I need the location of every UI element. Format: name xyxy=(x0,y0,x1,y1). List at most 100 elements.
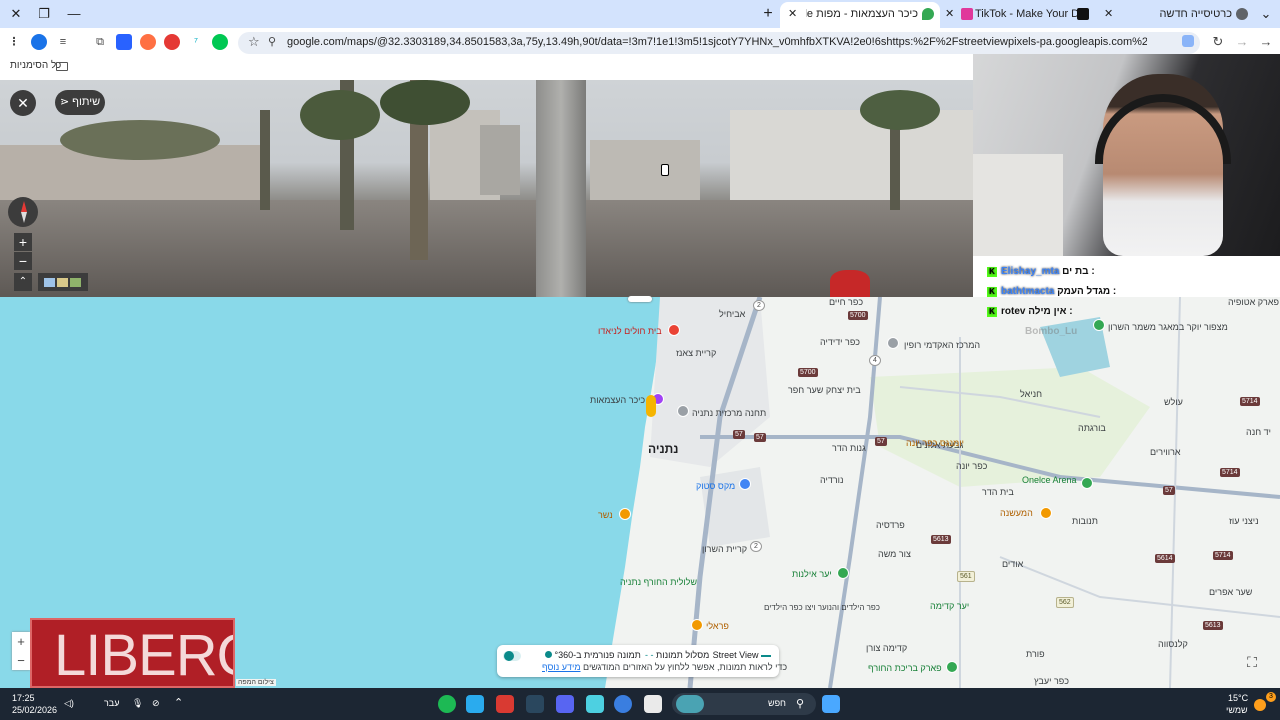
chat-text: מגדל העמק : xyxy=(1057,286,1117,297)
microphone-icon[interactable]: 🎙 xyxy=(132,698,143,709)
map-zoom-control: + − xyxy=(12,632,30,670)
telegram-icon[interactable] xyxy=(466,695,484,713)
station-pin-icon[interactable] xyxy=(677,405,689,417)
stadium-pin-icon[interactable] xyxy=(1081,477,1093,489)
weather-description[interactable]: שמשי xyxy=(1226,705,1248,715)
window-minimize-icon[interactable]: — xyxy=(64,4,84,24)
notification-badge[interactable]: 3 xyxy=(1266,692,1276,702)
site-info-icon[interactable]: ⚲ xyxy=(268,35,276,48)
legend-panorama: תמונה פנורמית ב-°360 xyxy=(545,650,641,660)
chat-username: Elishay_mta xyxy=(1001,266,1060,277)
share-button[interactable]: שיתוף ⋖ xyxy=(55,90,105,115)
map-label: בית הדר xyxy=(982,487,1014,497)
app-red-icon[interactable] xyxy=(496,695,514,713)
search-highlight-icon xyxy=(676,695,704,713)
profile-avatar-icon[interactable] xyxy=(31,34,47,50)
menu-kebab-icon[interactable]: ⋮ xyxy=(6,34,22,50)
park-pin-icon[interactable] xyxy=(837,567,849,579)
legend-panorama-label: תמונה פנורמית ב-°360 xyxy=(554,650,641,660)
taskbar-search[interactable]: חפש ⚲ xyxy=(672,693,816,715)
network-off-icon[interactable]: ⊘ xyxy=(152,698,160,709)
tab-google-maps[interactable]: ✕ כיכר העצמאות - מפות Google xyxy=(780,2,940,28)
map-label: פרדסיה xyxy=(876,520,905,530)
restaurant-pin-icon[interactable] xyxy=(619,508,631,520)
language-indicator[interactable]: עבר xyxy=(104,698,119,708)
zoom-out-button[interactable]: − xyxy=(14,252,32,270)
map-label: כיכר העצמאות xyxy=(590,395,646,405)
university-pin-icon[interactable] xyxy=(887,337,899,349)
windows-taskbar: 17:25 25/02/2026 ◁) עבר 🎙 ⊘ ⌃ חפש ⚲ 15°C… xyxy=(0,688,1280,720)
weather-temperature[interactable]: 15°C xyxy=(1228,693,1248,703)
back-arrow-icon[interactable]: → xyxy=(1258,34,1274,50)
restaurant-pin-icon[interactable] xyxy=(1040,507,1052,519)
tab-search-chevron-down-icon[interactable]: ⌄ xyxy=(1256,4,1276,24)
road-shield: 57 xyxy=(1163,486,1175,495)
file-explorer-icon[interactable] xyxy=(644,695,662,713)
webcam-overlay xyxy=(973,54,1280,256)
hospital-pin-icon[interactable] xyxy=(668,324,680,336)
close-street-view-button[interactable]: ✕ xyxy=(10,90,36,116)
bookmark-star-icon[interactable]: ☆ xyxy=(248,34,260,50)
tab-title: כרטיסייה חדשה xyxy=(1160,8,1232,20)
tray-chevron-up-icon[interactable]: ⌃ xyxy=(174,696,183,709)
shopping-pin-icon[interactable] xyxy=(739,478,751,490)
map-zoom-in-button[interactable]: + xyxy=(12,632,30,651)
chat-username: Bombo_Lu xyxy=(1025,326,1078,337)
new-tab-icon[interactable]: + xyxy=(758,4,778,24)
map-label: כפר יונה xyxy=(956,461,988,471)
map-label: חניאל xyxy=(1020,389,1043,399)
clock-date[interactable]: 25/02/2026 xyxy=(12,705,57,715)
panel-resize-handle[interactable] xyxy=(628,296,652,302)
reload-icon[interactable]: ↻ xyxy=(1210,34,1226,50)
extensions-puzzle-icon[interactable]: ⧉ xyxy=(92,34,108,50)
map-label: קדימה צורן xyxy=(866,643,908,653)
photo-thumbnails-button[interactable] xyxy=(38,273,88,291)
map-label: נורדיה xyxy=(820,475,844,485)
window-restore-icon[interactable]: ❐ xyxy=(34,4,54,24)
thumbnail xyxy=(44,278,55,287)
chat-message: K Elishay_mta בת ים : xyxy=(987,266,1095,277)
install-app-icon[interactable] xyxy=(1182,35,1194,47)
chrome-icon[interactable] xyxy=(614,695,632,713)
notepad-icon[interactable] xyxy=(586,695,604,713)
clock-time[interactable]: 17:25 xyxy=(12,693,35,703)
road-shield: 5700 xyxy=(798,368,818,377)
restaurant-pin-icon[interactable] xyxy=(691,619,703,631)
window-close-icon[interactable]: ✕ xyxy=(6,4,26,24)
discord-icon[interactable] xyxy=(556,695,574,713)
compass-icon[interactable] xyxy=(8,197,38,227)
tab-close-icon[interactable]: ✕ xyxy=(1104,2,1113,26)
spotify-icon[interactable] xyxy=(438,695,456,713)
fullscreen-icon[interactable]: ⛶ xyxy=(1242,652,1262,672)
more-info-link[interactable]: מידע נוסף xyxy=(542,662,581,672)
park-pin-icon[interactable] xyxy=(946,661,958,673)
extension-green-icon[interactable] xyxy=(212,34,228,50)
viewpoint-pin-icon[interactable] xyxy=(1093,319,1105,331)
windows-start-icon[interactable] xyxy=(822,695,840,713)
building xyxy=(730,110,973,205)
extension-translate-icon[interactable]: ⁷ xyxy=(188,34,204,50)
tab-close-icon[interactable]: ✕ xyxy=(788,2,797,26)
tab-new-tab[interactable]: ✕ כרטיסייה חדשה xyxy=(1100,2,1250,28)
address-bar[interactable]: ☆ ⚲ google.com/maps/@32.3303189,34.85015… xyxy=(238,32,1200,54)
pegman-icon[interactable] xyxy=(646,395,656,417)
expand-chevron-up-icon[interactable]: ⌃ xyxy=(14,273,32,291)
all-bookmarks-label[interactable]: כל הסימניות xyxy=(10,60,61,71)
extension-blue-icon[interactable] xyxy=(116,34,132,50)
zoom-in-button[interactable]: + xyxy=(14,233,32,251)
extension-orange-icon[interactable] xyxy=(140,34,156,50)
kick-badge-icon: K xyxy=(987,287,997,297)
forward-arrow-icon[interactable]: → xyxy=(1234,34,1250,50)
extension-red-icon[interactable] xyxy=(164,34,180,50)
map-label: כפר חיים xyxy=(829,297,864,307)
street-view-panel[interactable]: ✕ שיתוף ⋖ + − ⌃ xyxy=(0,80,973,297)
extension-icon[interactable]: ≡ xyxy=(55,34,71,50)
map-zoom-out-button[interactable]: − xyxy=(12,651,30,670)
building xyxy=(480,125,520,195)
chat-message: Kbathtmacta מגדל העמק : xyxy=(987,286,1116,297)
tab-tiktok[interactable]: ✕ TikTok - Make Your Day xyxy=(943,2,1095,28)
volume-icon[interactable]: ◁) xyxy=(64,698,74,709)
tab-close-icon[interactable]: ✕ xyxy=(945,2,954,26)
map-label: צור משה xyxy=(878,549,911,559)
steam-icon[interactable] xyxy=(526,695,544,713)
